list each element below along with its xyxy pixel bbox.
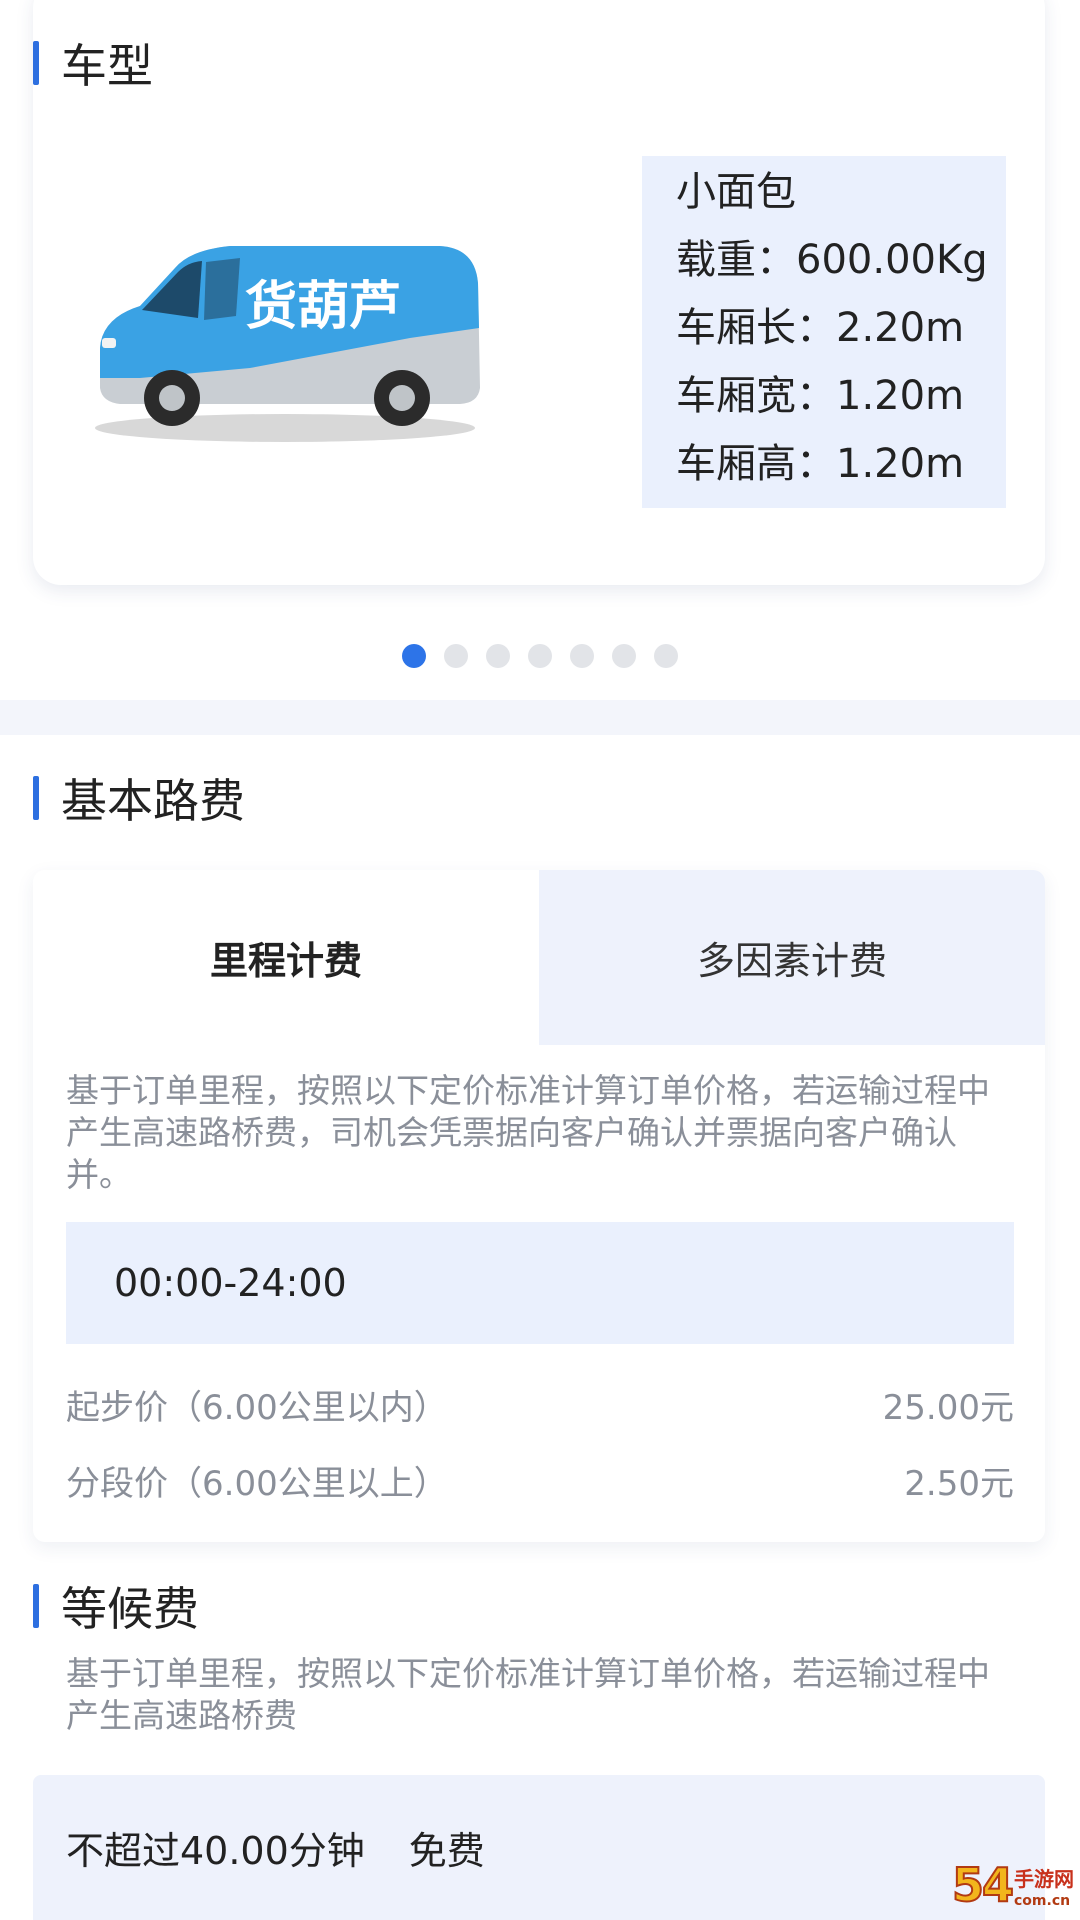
price-value: 25.00元 bbox=[882, 1388, 1014, 1428]
spec-load: 载重：600.00Kg bbox=[676, 237, 988, 283]
billing-tabs: 里程计费 多因素计费 bbox=[33, 870, 1045, 1045]
section-title-fee: 基本路费 bbox=[33, 765, 245, 831]
price-label: 起步价（6.00公里以内） bbox=[66, 1388, 448, 1428]
vehicle-spec-panel: 小面包 载重：600.00Kg 车厢长：2.20m 车厢宽：1.20m 车厢高：… bbox=[642, 156, 1006, 508]
site-watermark-logo: 54 手游网 com.cn bbox=[951, 1857, 1074, 1913]
section-title-vehicle: 车型 bbox=[33, 30, 153, 96]
tab-mileage-billing[interactable]: 里程计费 bbox=[33, 870, 539, 1045]
pager-dot[interactable] bbox=[654, 644, 678, 668]
fee-section-title: 基本路费 bbox=[61, 774, 245, 828]
pager-dot[interactable] bbox=[570, 644, 594, 668]
carousel-pager[interactable] bbox=[0, 644, 1080, 668]
tab-multi-factor-billing[interactable]: 多因素计费 bbox=[539, 870, 1045, 1045]
pager-dot[interactable] bbox=[486, 644, 510, 668]
price-value: 2.50元 bbox=[904, 1464, 1014, 1504]
vehicle-name: 小面包 bbox=[676, 169, 796, 215]
fee-card: 里程计费 多因素计费 基于订单里程，按照以下定价标准计算订单价格，若运输过程中产… bbox=[33, 870, 1045, 1542]
price-label: 分段价（6.00公里以上） bbox=[66, 1464, 448, 1504]
pager-dot[interactable] bbox=[612, 644, 636, 668]
fee-section: 基本路费 里程计费 多因素计费 基于订单里程，按照以下定价标准计算订单价格，若运… bbox=[0, 735, 1080, 1920]
waiting-rule: 不超过40.00分钟 bbox=[66, 1829, 365, 1873]
waiting-rule-value: 免费 bbox=[408, 1829, 485, 1873]
spec-height: 车厢高：1.20m bbox=[676, 441, 965, 487]
price-row-segment: 分段价（6.00公里以上） 2.50元 bbox=[66, 1456, 1014, 1505]
title-accent-bar bbox=[33, 776, 39, 820]
vehicle-section-title: 车型 bbox=[61, 39, 153, 93]
section-title-waiting: 等候费 bbox=[33, 1573, 199, 1639]
spec-length: 车厢长：2.20m bbox=[676, 305, 965, 351]
waiting-section-title: 等候费 bbox=[61, 1582, 199, 1636]
waiting-description: 基于订单里程，按照以下定价标准计算订单价格，若运输过程中产生高速路桥费 bbox=[66, 1654, 990, 1735]
title-accent-bar bbox=[33, 1584, 39, 1628]
pager-dot[interactable] bbox=[528, 644, 552, 668]
price-row-starting: 起步价（6.00公里以内） 25.00元 bbox=[66, 1380, 1014, 1429]
vehicle-section: 车型 货葫芦 小面包 载重：600.00Kg 车厢长：2.20m 车厢宽：1.2… bbox=[0, 0, 1080, 700]
time-range: 00:00-24:00 bbox=[66, 1222, 1014, 1344]
spec-width: 车厢宽：1.20m bbox=[676, 373, 965, 419]
van-logo-text: 货葫芦 bbox=[245, 277, 401, 337]
pager-dot[interactable] bbox=[402, 644, 426, 668]
waiting-rule-panel: 不超过40.00分钟 免费 bbox=[33, 1775, 1045, 1920]
title-accent-bar bbox=[33, 41, 39, 85]
pager-dot[interactable] bbox=[444, 644, 468, 668]
fee-description: 基于订单里程，按照以下定价标准计算订单价格，若运输过程中产生高速路桥费，司机会凭… bbox=[66, 1071, 990, 1194]
van-image: 货葫芦 bbox=[95, 246, 480, 442]
